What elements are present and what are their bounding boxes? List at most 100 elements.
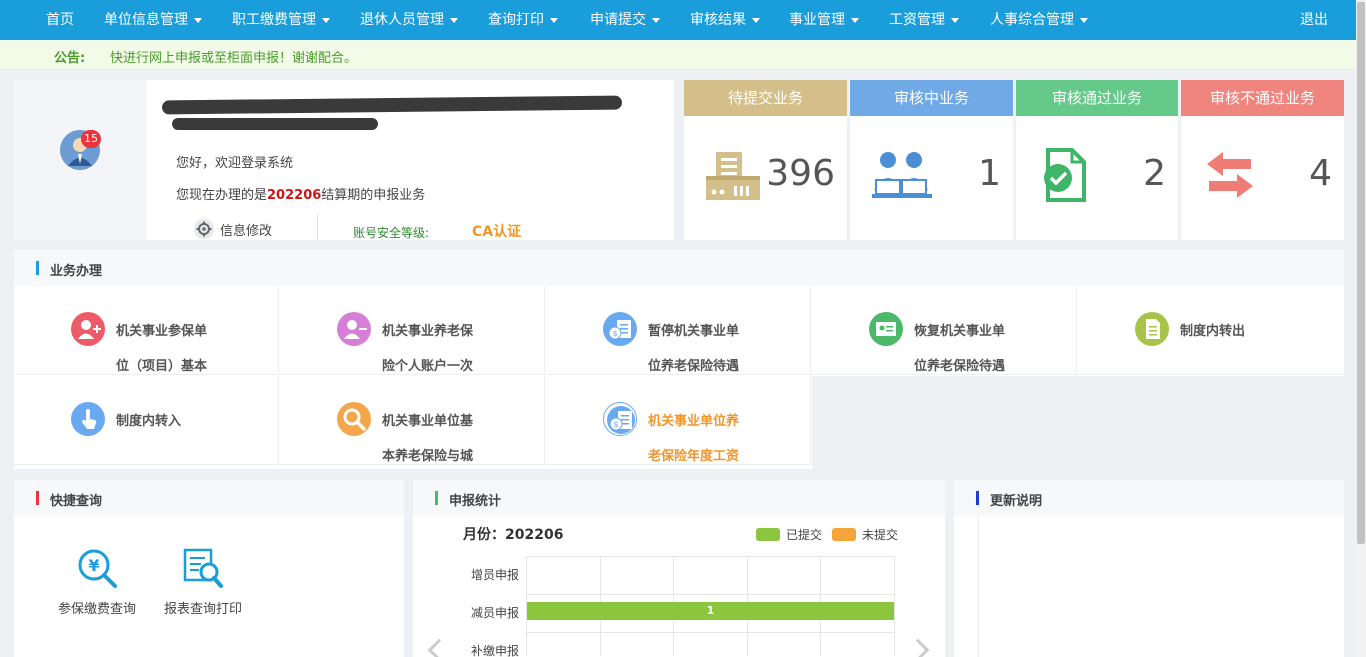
security-level-label: 账号安全等级: <box>353 226 430 240</box>
nav-item-1[interactable]: 单位信息管理 <box>104 0 202 40</box>
chevron-down-icon <box>1080 17 1088 23</box>
period-value: 202206 <box>267 188 322 203</box>
divider <box>317 214 318 240</box>
month-label: 月份：202206 <box>463 527 564 543</box>
stat-card-count: 2 <box>1143 153 1166 194</box>
chart-gridline <box>526 594 894 595</box>
nav-item-3[interactable]: 退休人员管理 <box>360 0 458 40</box>
nav-item-label: 查询打印 <box>488 12 544 28</box>
redacted-org-name <box>161 95 623 115</box>
business-item-1[interactable]: 机关事业养老保 险个人账户一次 <box>280 286 545 375</box>
nav-item-4[interactable]: 查询打印 <box>488 0 558 40</box>
stat-card-count: 396 <box>766 153 835 194</box>
remove-user-icon <box>337 312 371 346</box>
add-user-icon <box>71 312 105 346</box>
chart-gridline <box>526 556 894 557</box>
nav-item-label: 审核结果 <box>690 12 746 28</box>
business-item-subtitle: 位（项目）基本 <box>116 359 208 374</box>
business-item-subtitle: 老保险年度工资 <box>648 449 740 464</box>
business-item-subtitle: 险个人账户一次 <box>382 359 474 374</box>
business-item-title: 恢复机关事业单 <box>914 324 1006 339</box>
section-marker <box>36 491 39 505</box>
chevron-down-icon <box>851 17 859 23</box>
business-item-0[interactable]: 机关事业参保单 位（项目）基本 <box>14 286 279 375</box>
magnifier-icon <box>337 402 371 436</box>
stat-card-1[interactable]: 审核中业务 1 <box>850 80 1013 240</box>
quick-query-report-button[interactable]: 报表查询打印 <box>157 546 249 617</box>
section-marker <box>976 491 979 505</box>
legend-submitted[interactable]: 已提交 <box>756 526 822 543</box>
nav-item-6[interactable]: 审核结果 <box>690 0 760 40</box>
reviewers-icon <box>870 146 932 204</box>
business-title: 业务办理 <box>50 264 103 279</box>
chart-category-label: 补缴申报 <box>471 644 520 657</box>
stat-card-0[interactable]: 待提交业务 396 <box>684 80 847 240</box>
scrollbar-thumb[interactable] <box>1357 2 1365 544</box>
stat-card-title: 审核中业务 <box>850 80 1013 116</box>
svg-text:$: $ <box>612 329 617 338</box>
business-item-title: 机关事业单位养 <box>648 414 740 429</box>
business-item-7[interactable]: $ 机关事业单位养 老保险年度工资 <box>546 376 811 465</box>
stat-card-title: 待提交业务 <box>684 80 847 116</box>
chart-bar[interactable]: 1 <box>527 602 894 620</box>
updates-content <box>978 516 1344 657</box>
redacted-org-subname <box>172 118 378 130</box>
info-edit-label: 信息修改 <box>220 223 273 239</box>
period-suffix: 结算期的申报业务 <box>321 188 426 203</box>
business-item-2[interactable]: $ 暂停机关事业单 位养老保险待遇 <box>546 286 811 375</box>
stat-card-title: 审核不通过业务 <box>1181 80 1344 116</box>
legend-label-unsubmitted: 未提交 <box>862 528 899 542</box>
chevron-down-icon <box>550 17 558 23</box>
nav-item-0[interactable]: 首页 <box>46 0 74 40</box>
chart-category-label: 增员申报 <box>471 568 520 582</box>
legend-label-submitted: 已提交 <box>786 528 823 542</box>
id-card-icon <box>869 312 903 346</box>
nav-item-9[interactable]: 人事综合管理 <box>990 0 1088 40</box>
notice-text: 快进行网上申报或至柜面申报！谢谢配合。 <box>110 51 358 66</box>
legend-swatch-unsubmitted <box>832 528 856 541</box>
business-item-4[interactable]: 制度内转出 <box>1078 286 1344 375</box>
user-avatar-panel <box>14 80 146 240</box>
quick-query-fee-button[interactable]: ¥ 参保缴费查询 <box>52 546 142 617</box>
business-item-title: 制度内转出 <box>1180 324 1246 339</box>
chart-gridline <box>894 556 895 656</box>
report-search-icon <box>183 548 223 588</box>
nav-item-2[interactable]: 职工缴费管理 <box>232 0 330 40</box>
nav-item-7[interactable]: 事业管理 <box>789 0 859 40</box>
chevron-down-icon <box>652 17 660 23</box>
quick-query-panel: 快捷查询 ¥ 参保缴费查询 报表查询打印 <box>14 480 404 657</box>
nav-item-label: 申请提交 <box>590 12 646 28</box>
stat-card-3[interactable]: 审核不通过业务 4 <box>1181 80 1344 240</box>
svg-text:$: $ <box>613 420 618 429</box>
period-prefix: 您现在办理的是 <box>176 188 268 203</box>
welcome-text: 您好，欢迎登录系统 <box>176 156 294 171</box>
stat-card-title: 审核通过业务 <box>1016 80 1178 116</box>
business-item-3[interactable]: 恢复机关事业单 位养老保险待遇 <box>812 286 1077 375</box>
info-edit-button[interactable]: 信息修改 <box>194 219 272 239</box>
notice-bar: 公告: 快进行网上申报或至柜面申报！谢谢配合。 <box>0 40 1356 70</box>
pending-doc-icon <box>704 146 762 204</box>
business-item-5[interactable]: 制度内转入 <box>14 376 279 465</box>
nav-item-label: 事业管理 <box>789 12 845 28</box>
report-stats-title: 申报统计 <box>449 494 502 509</box>
page-scrollbar[interactable] <box>1356 0 1366 657</box>
chart-next-arrow-icon[interactable] <box>906 638 930 657</box>
nav-item-8[interactable]: 工资管理 <box>889 0 959 40</box>
top-nav-bar: 首页 单位信息管理 职工缴费管理 退休人员管理 查询打印 申请提交 审核结果 事业管理 工资管理… <box>0 0 1356 40</box>
business-item-title: 机关事业参保单 <box>116 324 208 339</box>
chart-category-label: 减员申报 <box>471 606 520 620</box>
business-empty-area <box>812 376 1344 469</box>
business-panel: 业务办理 机关事业参保单 位（项目）基本 机关事业养老保 险个人账户一次 $ 暂停机关事业… <box>14 250 1344 469</box>
report-stats-panel: 申报统计 月份：202206 已提交 未提交 增员申报减员申报补缴申报 1 <box>413 480 945 657</box>
chevron-down-icon <box>194 17 202 23</box>
stat-card-2[interactable]: 审核通过业务 2 <box>1016 80 1178 240</box>
user-info-panel: 您好，欢迎登录系统 您现在办理的是202206结算期的申报业务 信息修改 账号安… <box>146 80 674 240</box>
chart-prev-arrow-icon[interactable] <box>427 638 451 657</box>
quick-query-header: 快捷查询 <box>14 480 404 516</box>
nav-item-label: 单位信息管理 <box>104 12 188 28</box>
notification-badge[interactable]: 15 <box>81 130 101 148</box>
nav-item-5[interactable]: 申请提交 <box>590 0 660 40</box>
logout-button[interactable]: 退出 <box>1300 0 1328 40</box>
legend-unsubmitted[interactable]: 未提交 <box>832 526 898 543</box>
business-item-6[interactable]: 机关事业单位基 本养老保险与城 <box>280 376 545 465</box>
